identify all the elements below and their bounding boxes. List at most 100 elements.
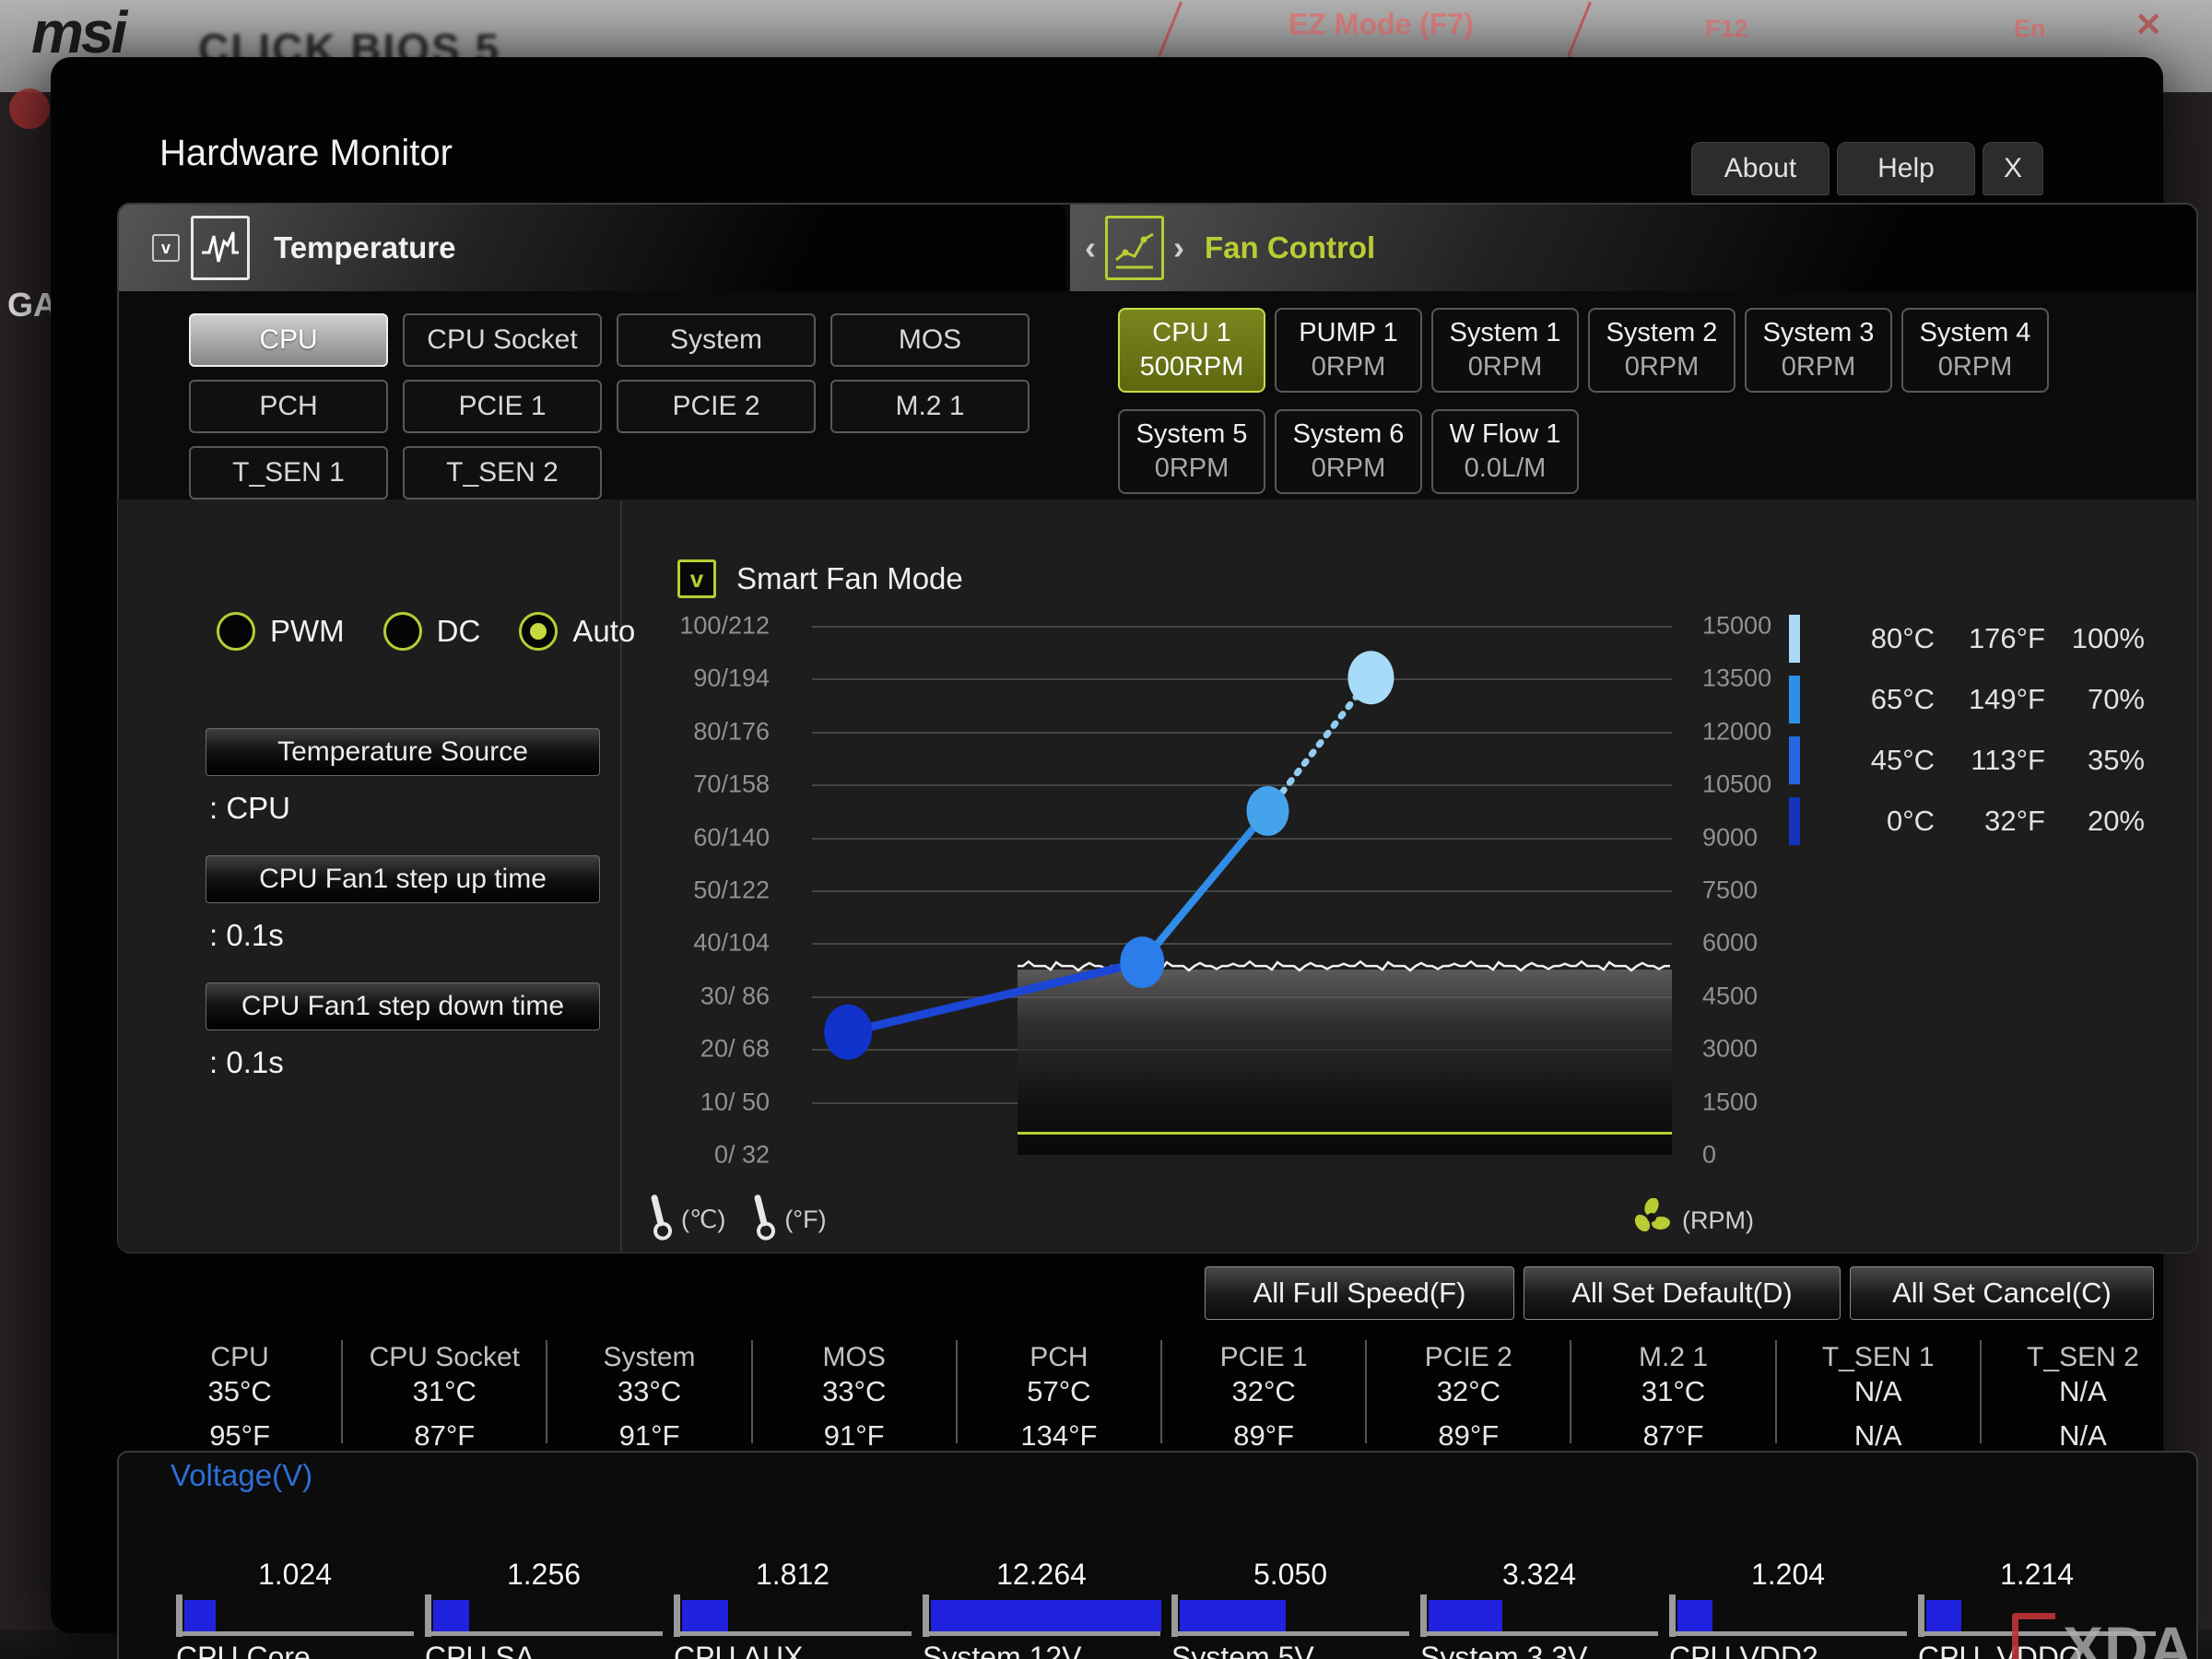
action-button-all-set-default-d-[interactable]: All Set Default(D) [1524, 1266, 1841, 1320]
temp-sensor-button-pcie-2[interactable]: PCIE 2 [617, 380, 816, 433]
axis-unit-right: (RPM) [1632, 1197, 1754, 1243]
screenshot-hotkey-label[interactable]: F12 [1705, 15, 1748, 43]
axis-units-left: (℃) (°F) [648, 1193, 827, 1247]
temp-sensor-button-m-2-1[interactable]: M.2 1 [830, 380, 1030, 433]
about-button[interactable]: About [1691, 142, 1830, 195]
rpm-axis-tick: 4500 [1702, 982, 1759, 1010]
temp-table-celsius: N/A [1853, 1375, 1902, 1407]
fan-type-radio-auto[interactable] [519, 612, 559, 651]
fan-button-system-5[interactable]: System 5 0RPM [1118, 409, 1265, 494]
rpm-axis-tick: 3000 [1702, 1034, 1759, 1063]
temp-table-celsius: 32°C [1231, 1375, 1296, 1407]
rpm-axis-tick: 1500 [1702, 1088, 1759, 1116]
temp-sensor-button-system[interactable]: System [617, 313, 816, 367]
legend-duty-pct: 100% [2071, 622, 2145, 654]
temp-sensor-button-pcie-1[interactable]: PCIE 1 [403, 380, 602, 433]
fan-type-radio-dc[interactable] [382, 612, 422, 651]
fan-prev-arrow-icon[interactable]: ‹ [1085, 229, 1096, 267]
setting-value-temperature-source: : CPU [209, 791, 291, 825]
fan-button-value: 500RPM [1139, 352, 1244, 382]
setting-button-temperature-source[interactable]: Temperature Source [206, 728, 600, 776]
fan-curve-legend: 80°C 176°F 100% 65°C 149°F 70% 45°C 113°F 35% 0°C… [1789, 608, 2150, 852]
temp-table-fahrenheit: 91°F [618, 1419, 680, 1452]
fan-curve-plot[interactable] [812, 626, 1672, 1155]
fan-button-value: 0RPM [1311, 352, 1386, 382]
voltage-gauge-cpu-aux: 1.812 CPU AUX [674, 1543, 912, 1659]
temperature-readout-table: CPU 35°C 95°F CPU Socket 31°C 87°F System 33°C 9… [138, 1340, 2184, 1452]
temp-sensor-button-t-sen-2[interactable]: T_SEN 2 [403, 446, 602, 500]
action-button-all-set-cancel-c-[interactable]: All Set Cancel(C) [1850, 1266, 2154, 1320]
temp-table-name: PCIE 2 [1424, 1342, 1512, 1372]
fan-button-system-6[interactable]: System 6 0RPM [1275, 409, 1422, 494]
ez-mode-button[interactable]: EZ Mode (F7) [1288, 7, 1474, 41]
temp-sensor-button-cpu-socket[interactable]: CPU Socket [403, 313, 602, 367]
fan-button-system-2[interactable]: System 2 0RPM [1588, 308, 1735, 393]
temp-sensor-button-mos[interactable]: MOS [830, 313, 1030, 367]
fan-button-label: PUMP 1 [1299, 318, 1398, 347]
fan-button-label: W Flow 1 [1449, 419, 1561, 449]
smart-fan-mode-checkbox[interactable]: v [677, 559, 716, 598]
setting-button-cpu-fan1-step-down-time[interactable]: CPU Fan1 step down time [206, 982, 600, 1030]
fan-button-value: 0RPM [1781, 352, 1856, 382]
rpm-axis-tick: 0 [1702, 1140, 1717, 1169]
fan-button-label: System 2 [1606, 318, 1718, 347]
temp-axis-tick: 90/194 [693, 664, 770, 692]
temp-table-fahrenheit: N/A [2059, 1419, 2107, 1452]
temp-table-name: T_SEN 1 [1821, 1342, 1935, 1372]
voltage-gauge-tick [1420, 1594, 1427, 1637]
voltage-gauge-baseline [176, 1631, 414, 1636]
legend-temp-c: 65°C [1870, 683, 1935, 715]
temp-axis-tick: 70/158 [693, 770, 770, 798]
temp-table-cell-pcie-1: PCIE 1 32°C 89°F [1162, 1340, 1368, 1452]
voltage-value: 12.264 [996, 1558, 1087, 1591]
temp-sensor-button-cpu[interactable]: CPU [189, 313, 388, 367]
fan-button-system-3[interactable]: System 3 0RPM [1745, 308, 1892, 393]
fan-button-system-4[interactable]: System 4 0RPM [1901, 308, 2049, 393]
fan-button-value: 0RPM [1467, 352, 1543, 382]
fan-button-label: System 1 [1449, 318, 1561, 347]
voltage-gauge-tick [674, 1594, 680, 1637]
voltage-bar [931, 1600, 1161, 1631]
fan-button-system-1[interactable]: System 1 0RPM [1431, 308, 1579, 393]
thermometer-celsius-icon [641, 1191, 678, 1250]
legend-row: 45°C 113°F 35% [1789, 730, 2150, 791]
fan-curve-point-3[interactable] [1246, 785, 1289, 836]
voltage-gauge-system-12v: 12.264 System 12V [923, 1543, 1161, 1659]
help-button[interactable]: Help [1837, 142, 1975, 195]
fan-curve-point-4[interactable] [1347, 651, 1394, 705]
legend-color-bar [1789, 797, 1800, 845]
action-button-all-full-speed-f-[interactable]: All Full Speed(F) [1205, 1266, 1514, 1320]
fan-button-cpu-1[interactable]: CPU 1 500RPM [1118, 308, 1265, 393]
background-side-text: GA [7, 286, 57, 324]
help-button-label: Help [1877, 153, 1935, 183]
temperature-collapse-checkbox[interactable]: v [152, 234, 180, 262]
fan-button-pump-1[interactable]: PUMP 1 0RPM [1275, 308, 1422, 393]
fan-button-w-flow-1[interactable]: W Flow 1 0.0L/M [1431, 409, 1579, 494]
voltage-name: CPU AUX [674, 1641, 804, 1659]
hardware-monitor-dialog: Hardware Monitor About Help X v Temperat… [51, 57, 2198, 1659]
bios-close-icon[interactable]: ✕ [2135, 6, 2162, 44]
xda-logo-text: XDA [2063, 1614, 2194, 1659]
voltage-gauge-tick [923, 1594, 929, 1637]
temp-sensor-button-pch[interactable]: PCH [189, 380, 388, 433]
fan-curve-point-2[interactable] [1120, 936, 1165, 989]
fan-next-arrow-icon[interactable]: › [1173, 229, 1184, 267]
temp-table-name: T_SEN 2 [2027, 1342, 2139, 1372]
close-button[interactable]: X [1983, 142, 2043, 195]
voltage-gauge-baseline [425, 1631, 663, 1636]
fan-type-radio-pwm[interactable] [217, 612, 255, 651]
temp-table-fahrenheit: 134°F [1020, 1419, 1098, 1452]
voltage-bar [682, 1600, 728, 1631]
rpm-axis-tick: 10500 [1702, 770, 1772, 798]
setting-button-cpu-fan1-step-up-time[interactable]: CPU Fan1 step up time [206, 855, 600, 903]
temp-table-celsius: 57°C [1027, 1375, 1091, 1407]
background-red-badge [9, 88, 50, 129]
temp-sensor-button-t-sen-1[interactable]: T_SEN 1 [189, 446, 388, 500]
language-button[interactable]: En [2014, 15, 2046, 43]
temp-table-celsius: 31°C [412, 1375, 477, 1407]
voltage-gauge-cpu-core: 1.024 CPU Core [176, 1543, 414, 1659]
fan-button-label: CPU 1 [1152, 318, 1231, 347]
fan-curve-point-1[interactable] [824, 1004, 873, 1060]
temp-table-cell-pcie-2: PCIE 2 32°C 89°F [1367, 1340, 1572, 1452]
temp-table-cell-system: System 33°C 91°F [547, 1340, 753, 1452]
